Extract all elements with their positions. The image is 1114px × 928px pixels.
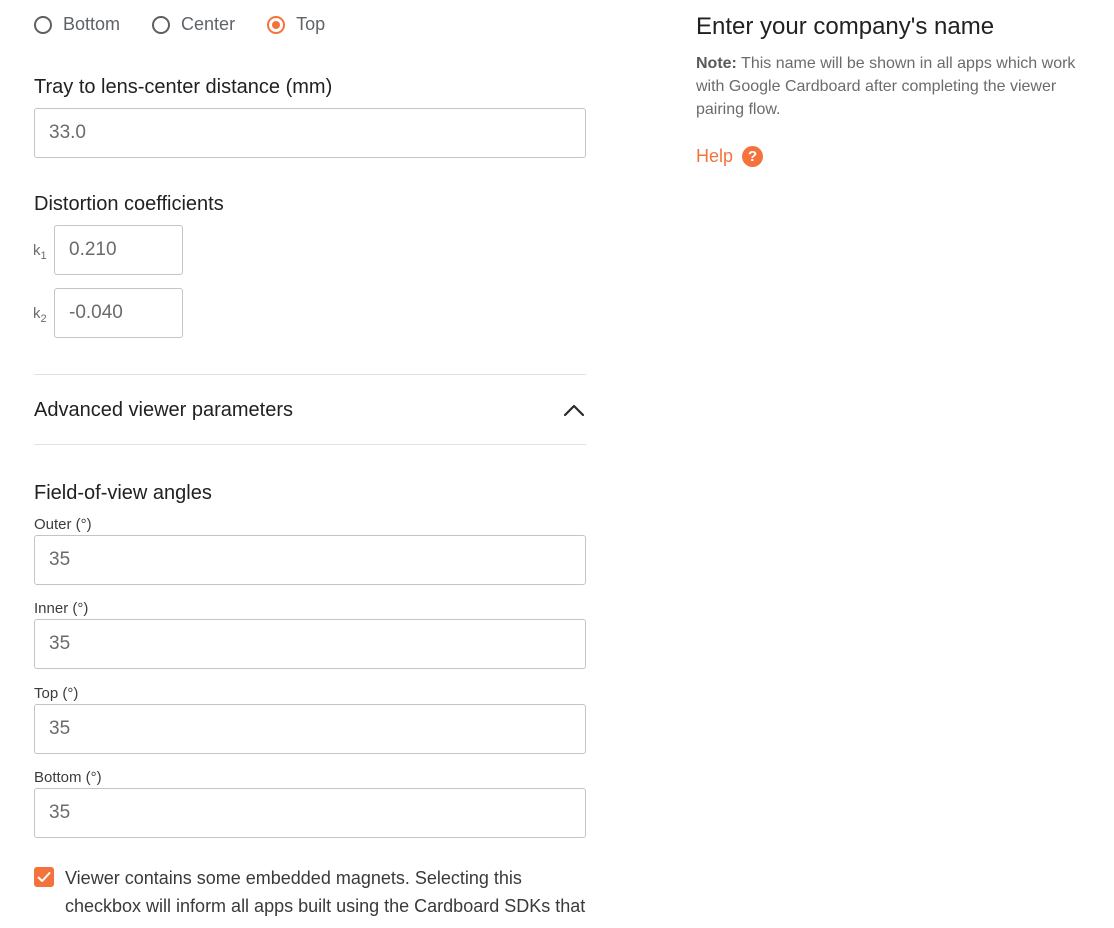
magnets-checkbox[interactable] [34, 867, 54, 887]
note-bold: Note: [696, 55, 737, 72]
tray-distance-label: Tray to lens-center distance (mm) [34, 76, 333, 98]
chevron-up-icon[interactable] [562, 398, 586, 422]
radio-top[interactable]: Top [267, 14, 325, 35]
radio-center-label: Center [181, 14, 236, 34]
fov-inner-label: Inner (°) [34, 600, 89, 617]
fov-outer-input[interactable] [34, 535, 586, 585]
k1-input[interactable] [54, 225, 183, 275]
radio-top-label: Top [296, 14, 326, 34]
radio-bottom-label: Bottom [63, 14, 121, 34]
help-link[interactable]: Help ? [696, 146, 764, 167]
fov-angles-label: Field-of-view angles [34, 482, 212, 504]
fov-bottom-input[interactable] [34, 788, 586, 838]
company-name-title: Enter your company's name [696, 13, 995, 40]
help-label[interactable]: Help [696, 146, 733, 167]
fov-top-label: Top (°) [34, 685, 79, 702]
radio-top-circle[interactable] [267, 15, 286, 34]
fov-inner-input[interactable] [34, 619, 586, 669]
note-text: This name will be shown in all apps whic… [696, 55, 1076, 118]
magnets-checkbox-label: Viewer contains some embedded magnets. S… [65, 868, 586, 916]
company-name-note: Note: This name will be shown in all app… [696, 52, 1096, 121]
alignment-radio-group: Bottom Center Top [34, 14, 357, 35]
fov-outer-label: Outer (°) [34, 516, 92, 533]
advanced-parameters-label: Advanced viewer parameters [34, 398, 294, 421]
fov-bottom-label: Bottom (°) [34, 769, 102, 786]
advanced-parameters-toggle[interactable]: Advanced viewer parameters [34, 376, 586, 444]
k2-input[interactable] [54, 288, 183, 338]
divider-top [34, 374, 586, 375]
distortion-coefficients-label: Distortion coefficients [34, 193, 224, 215]
check-icon [37, 872, 51, 882]
tray-distance-input[interactable] [34, 108, 586, 158]
divider-bottom [34, 444, 586, 445]
fov-top-input[interactable] [34, 704, 586, 754]
radio-center-circle[interactable] [152, 15, 171, 34]
help-icon[interactable]: ? [742, 146, 764, 167]
radio-bottom[interactable]: Bottom [34, 14, 120, 35]
radio-bottom-circle[interactable] [34, 15, 52, 34]
k1-label: k1 [33, 242, 47, 262]
k2-label: k2 [33, 305, 47, 325]
radio-center[interactable]: Center [152, 14, 235, 35]
